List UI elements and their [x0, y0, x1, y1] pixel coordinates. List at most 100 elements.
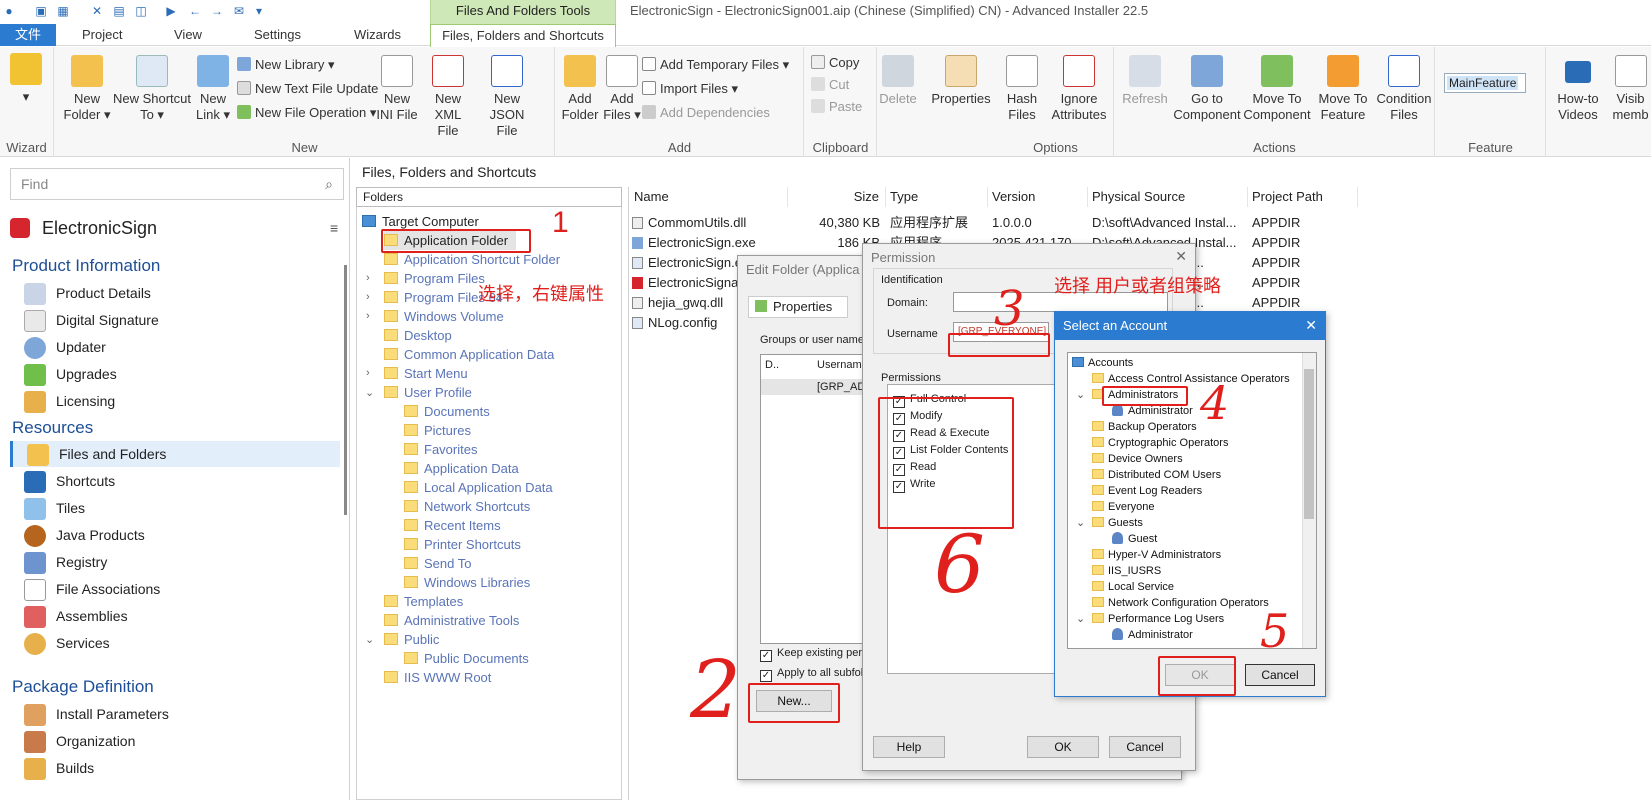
account-item[interactable]: Device Owners	[1092, 452, 1183, 467]
help-button[interactable]: Help	[873, 736, 945, 758]
nav-scrollbar[interactable]	[344, 265, 347, 515]
mail-icon[interactable]: ✉	[232, 4, 246, 18]
folder-favorites[interactable]: Favorites	[404, 440, 477, 459]
go-to-component-button[interactable]: Go to Component	[1173, 55, 1241, 123]
section-resources[interactable]: Resources	[12, 418, 93, 438]
section-package-definition[interactable]: Package Definition	[12, 677, 154, 697]
condition-files-button[interactable]: Condition Files	[1373, 55, 1435, 123]
ignore-attributes-button[interactable]: Ignore Attributes	[1046, 55, 1112, 123]
nav-upgrades[interactable]: Upgrades	[24, 361, 344, 387]
folder-application-data[interactable]: Application Data	[404, 459, 519, 478]
refresh-button[interactable]: Refresh	[1119, 55, 1171, 107]
account-item[interactable]: Distributed COM Users	[1092, 468, 1221, 483]
collapse-icon[interactable]: ⌄	[1076, 516, 1085, 531]
expand-icon[interactable]: ›	[366, 291, 370, 303]
new-shortcut-button[interactable]: New Shortcut To ▾	[111, 55, 193, 123]
search-input[interactable]: Find ⌕	[10, 168, 344, 200]
feature-combo[interactable]: MainFeature	[1444, 73, 1526, 93]
account-item[interactable]: Backup Operators	[1092, 420, 1197, 435]
folder-windows-volume[interactable]: Windows Volume	[384, 307, 504, 326]
account-cancel-button[interactable]: Cancel	[1245, 664, 1315, 686]
hash-files-button[interactable]: Hash Files	[1002, 55, 1042, 123]
import-files-button[interactable]: Import Files ▾	[642, 79, 738, 99]
new-folder-button[interactable]: New Folder ▾	[59, 55, 115, 123]
expand-icon[interactable]: ›	[366, 367, 370, 379]
add-temporary-files-button[interactable]: Add Temporary Files ▾	[642, 55, 789, 75]
new-file-operation-button[interactable]: New File Operation ▾	[237, 103, 376, 123]
nav-updater[interactable]: Updater	[24, 334, 344, 360]
account-item[interactable]: Administrator	[1112, 628, 1193, 643]
account-item[interactable]: Administrator	[1112, 404, 1193, 419]
collapse-icon[interactable]: ⌄	[365, 633, 374, 646]
permission-cancel-button[interactable]: Cancel	[1109, 736, 1181, 758]
collapse-icon[interactable]: ⌄	[365, 386, 374, 399]
close-icon[interactable]: ✕	[1175, 248, 1187, 265]
nav-organization[interactable]: Organization	[24, 728, 344, 754]
account-item[interactable]: Hyper-V Administrators	[1092, 548, 1221, 563]
nav-services[interactable]: Services	[24, 630, 344, 656]
col-username[interactable]: Username	[817, 359, 868, 371]
run-icon[interactable]: ▶	[164, 4, 178, 18]
paste-button[interactable]: Paste	[811, 97, 862, 117]
folder-send-to[interactable]: Send To	[404, 554, 471, 573]
nav-install-parameters[interactable]: Install Parameters	[24, 701, 344, 727]
folder-iis-www-root[interactable]: IIS WWW Root	[384, 668, 491, 687]
keep-existing-checkbox[interactable]: ✓ Keep existing perm	[760, 646, 871, 662]
nav-java-products[interactable]: Java Products	[24, 522, 344, 548]
tab-view[interactable]: View	[174, 24, 202, 46]
account-item[interactable]: Everyone	[1092, 500, 1154, 515]
nav-builds[interactable]: Builds	[24, 755, 344, 781]
nav-files-and-folders[interactable]: Files and Folders	[10, 441, 340, 467]
account-item[interactable]: Guests	[1092, 516, 1143, 531]
nav-assemblies[interactable]: Assemblies	[24, 603, 344, 629]
file-name[interactable]: CommomUtils.dll	[632, 213, 787, 233]
account-item[interactable]: Event Log Readers	[1092, 484, 1202, 499]
new-ini-file-button[interactable]: New INI File	[375, 55, 419, 123]
account-item[interactable]: Access Control Assistance Operators	[1092, 372, 1290, 387]
folder-recent-items[interactable]: Recent Items	[404, 516, 501, 535]
folder-network-shortcuts[interactable]: Network Shortcuts	[404, 497, 530, 516]
folder-common-app-data[interactable]: Common Application Data	[384, 345, 554, 364]
nav-product-details[interactable]: Product Details	[24, 280, 344, 306]
folder-public[interactable]: Public	[384, 630, 439, 649]
menu-icon[interactable]: ≡	[330, 220, 338, 236]
nav-licensing[interactable]: Licensing	[24, 388, 344, 414]
tab-files-folders-shortcuts[interactable]: Files, Folders and Shortcuts	[430, 24, 616, 47]
tab-project[interactable]: Project	[82, 24, 122, 46]
disk-icon[interactable]: ▤	[112, 4, 126, 18]
folder-public-documents[interactable]: Public Documents	[404, 649, 529, 668]
col-version[interactable]: Version	[988, 187, 1088, 207]
nav-shortcuts[interactable]: Shortcuts	[24, 468, 344, 494]
expand-icon[interactable]: ›	[366, 310, 370, 322]
new-text-file-update-button[interactable]: New Text File Update	[237, 79, 378, 99]
customize-icon[interactable]: ▾	[252, 4, 266, 18]
folder-desktop[interactable]: Desktop	[384, 326, 452, 345]
add-dependencies-button[interactable]: Add Dependencies	[642, 103, 770, 123]
apply-subfolders-checkbox[interactable]: ✓ Apply to all subfold	[760, 666, 869, 682]
cut-button[interactable]: Cut	[811, 75, 849, 95]
col-physical-source[interactable]: Physical Source	[1088, 187, 1248, 207]
nav-tiles[interactable]: Tiles	[24, 495, 344, 521]
folder-administrative-tools[interactable]: Administrative Tools	[384, 611, 519, 630]
folder-pictures[interactable]: Pictures	[404, 421, 471, 440]
wizard-button[interactable]: ▾	[8, 53, 44, 105]
nav-registry[interactable]: Registry	[24, 549, 344, 575]
col-type[interactable]: Type	[886, 187, 988, 207]
account-item[interactable]: Local Service	[1092, 580, 1174, 595]
build-icon[interactable]: ▦	[56, 4, 70, 18]
folder-start-menu[interactable]: Start Menu	[384, 364, 468, 383]
col-d[interactable]: D..	[765, 359, 779, 371]
col-name[interactable]: Name	[630, 187, 788, 207]
new-library-button[interactable]: New Library ▾	[237, 55, 335, 75]
new-json-file-button[interactable]: New JSON File	[479, 55, 535, 139]
tab-wizards[interactable]: Wizards	[354, 24, 401, 46]
tool-icon[interactable]: ✕	[90, 4, 104, 18]
account-item[interactable]: IIS_IUSRS	[1092, 564, 1161, 579]
package-icon[interactable]: ◫	[134, 4, 148, 18]
nav-digital-signature[interactable]: Digital Signature	[24, 307, 344, 333]
tab-properties[interactable]: Properties	[748, 296, 848, 318]
move-to-component-button[interactable]: Move To Component	[1243, 55, 1311, 123]
collapse-icon[interactable]: ⌄	[1076, 612, 1085, 627]
folder-printer-shortcuts[interactable]: Printer Shortcuts	[404, 535, 521, 554]
account-item[interactable]: Performance Log Users	[1092, 612, 1224, 627]
